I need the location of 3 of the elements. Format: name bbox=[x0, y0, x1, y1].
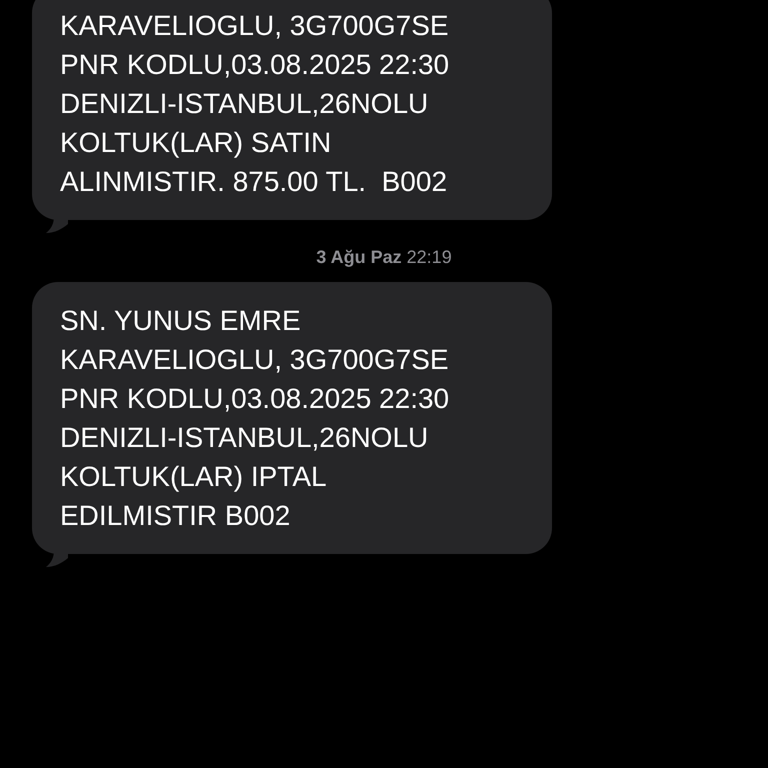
message-timestamp: 3 Ağu Paz 22:19 bbox=[316, 247, 452, 267]
message-bubble: SN. YUNUS EMRE KARAVELIOGLU, 3G700G7SE PNR KODLU,03.08.2025 22:30 DENIZLI-ISTANBUL,26NOLU KOLTUK(LAR) IPTAL EDILMISTIR B002 bbox=[32, 282, 552, 554]
message-bubble: KARAVELIOGLU, 3G700G7SE PNR KODLU,03.08.2025 22:30 DENIZLI-ISTANBUL,26NOLU KOLTUK(LAR) SATIN ALINMISTIR. 875.00 TL. B002 bbox=[32, 0, 552, 220]
